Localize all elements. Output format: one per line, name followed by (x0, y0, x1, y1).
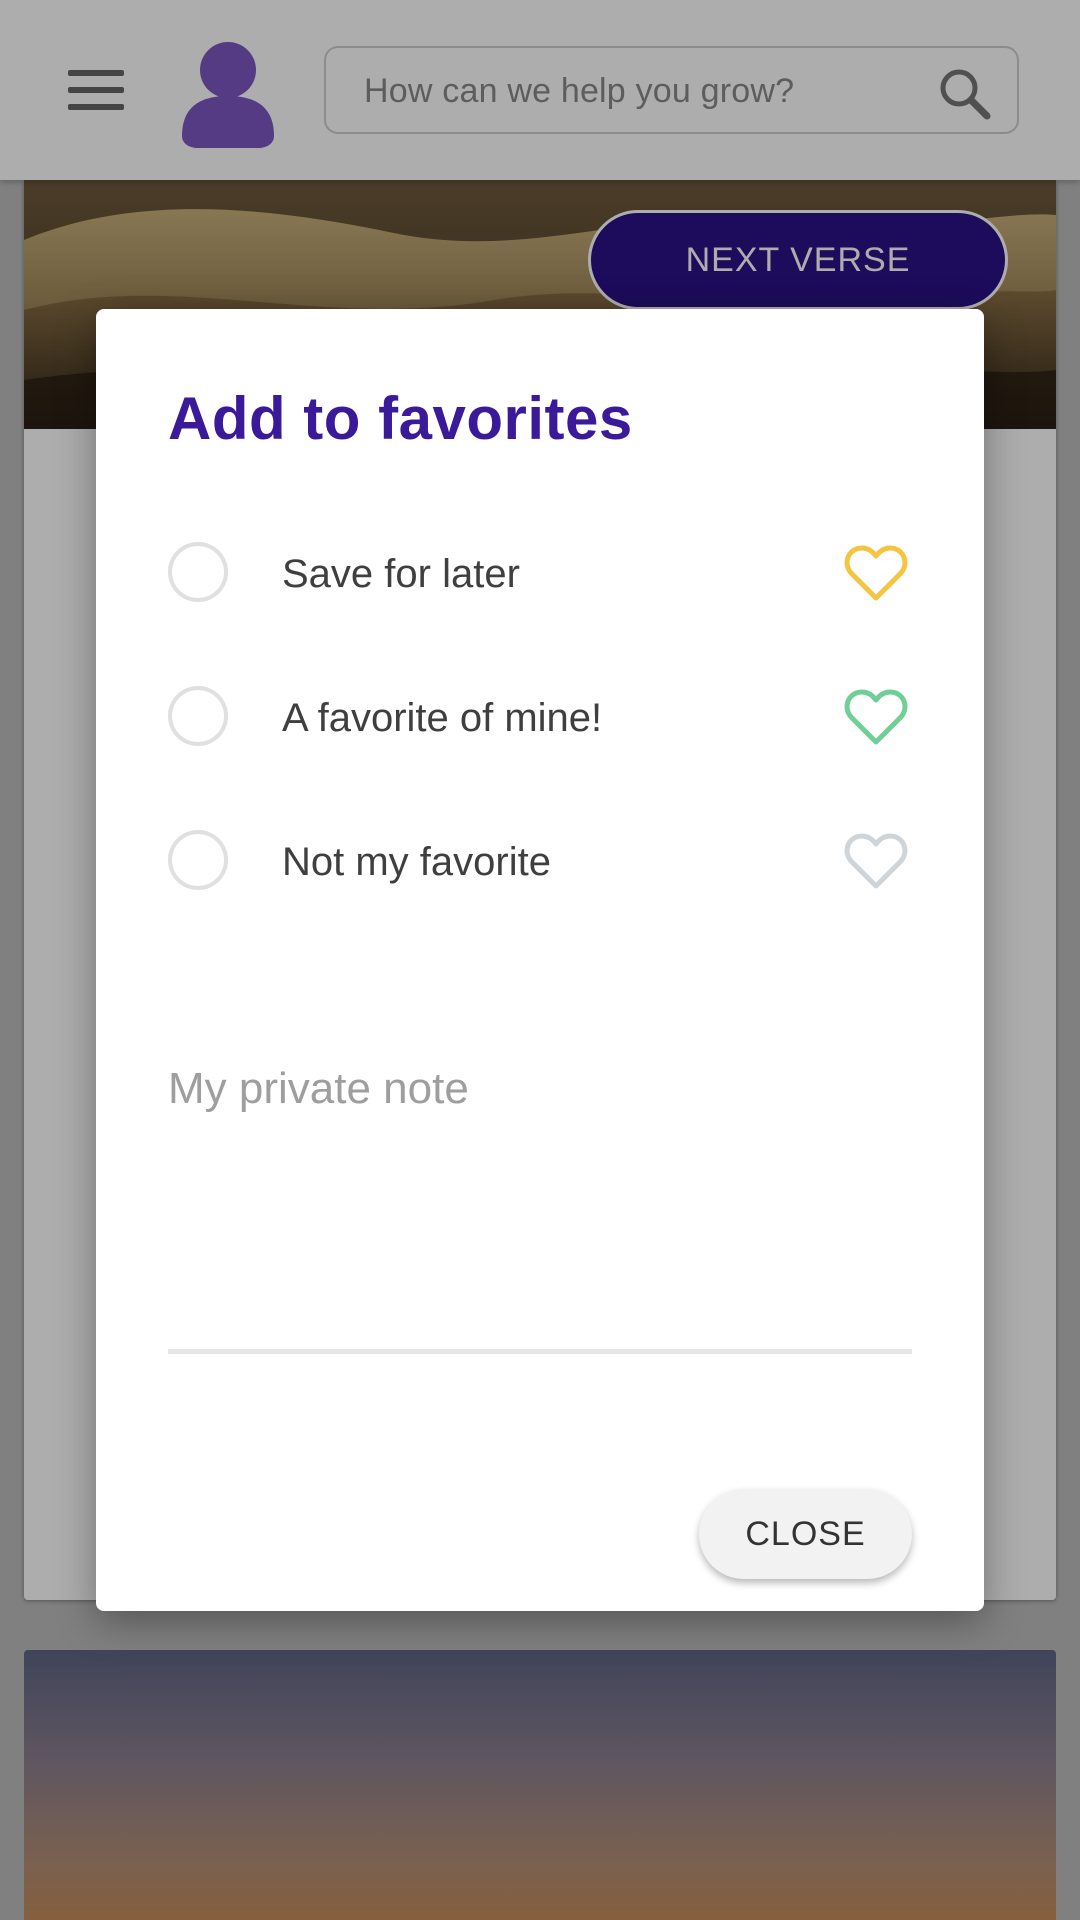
add-to-favorites-dialog: Add to favorites Save for later A favori… (96, 309, 984, 1611)
option-not-my-favorite[interactable]: Not my favorite (168, 820, 908, 900)
option-label: Save for later (282, 552, 520, 596)
heart-outline-icon (844, 689, 908, 745)
heart-outline-icon (844, 545, 908, 601)
note-placeholder: My private note (168, 1064, 469, 1113)
dialog-title: Add to favorites (168, 385, 633, 452)
heart-outline-icon (844, 833, 908, 889)
option-save-for-later[interactable]: Save for later (168, 532, 908, 612)
close-button[interactable]: CLOSE (699, 1489, 912, 1579)
option-favorite-of-mine[interactable]: A favorite of mine! (168, 676, 908, 756)
option-label: Not my favorite (282, 840, 551, 884)
radio-button[interactable] (168, 830, 228, 890)
radio-button[interactable] (168, 686, 228, 746)
private-note-textarea[interactable]: My private note (168, 1054, 912, 1354)
option-label: A favorite of mine! (282, 696, 603, 740)
radio-button[interactable] (168, 542, 228, 602)
